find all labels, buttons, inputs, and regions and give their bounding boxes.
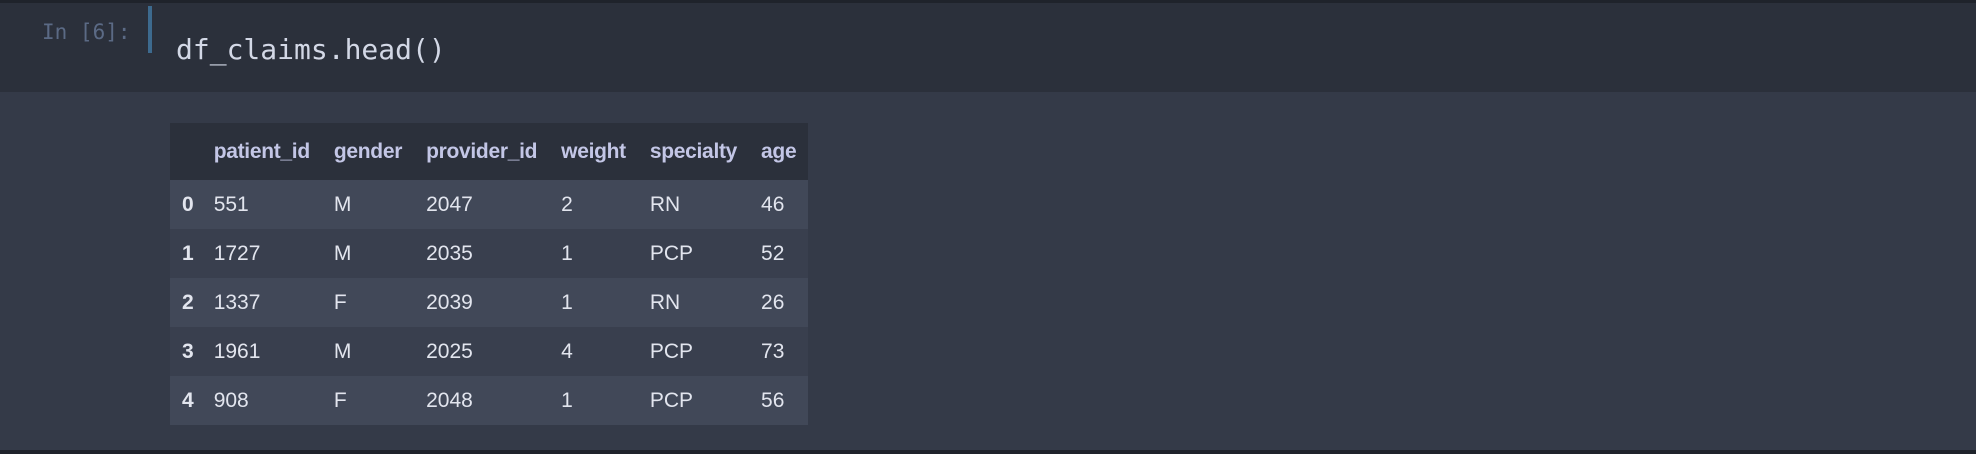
- table-cell: 908: [201, 376, 322, 425]
- row-index: 0: [170, 180, 202, 229]
- table-cell: 4: [549, 327, 638, 376]
- table-cell: 56: [749, 376, 809, 425]
- row-index: 2: [170, 278, 202, 327]
- table-row: 1 1727 M 2035 1 PCP 52: [170, 229, 809, 278]
- table-cell: 1: [549, 278, 638, 327]
- table-cell: 2048: [414, 376, 550, 425]
- row-index: 3: [170, 327, 202, 376]
- table-cell: 2025: [414, 327, 550, 376]
- table-cell: 52: [749, 229, 809, 278]
- table-row: 4 908 F 2048 1 PCP 56: [170, 376, 809, 425]
- table-cell: F: [321, 376, 415, 425]
- column-header: [170, 123, 202, 180]
- dataframe-table: patient_id gender provider_id weight special…: [170, 123, 809, 425]
- row-index: 4: [170, 376, 202, 425]
- table-cell: M: [321, 229, 415, 278]
- column-header: gender: [321, 123, 415, 180]
- table-cell: 26: [749, 278, 809, 327]
- table-cell: 2: [549, 180, 638, 229]
- header-row: patient_id gender provider_id weight special…: [170, 123, 809, 180]
- table-cell: 1727: [201, 229, 322, 278]
- column-header: patient_id: [201, 123, 322, 180]
- table-cell: F: [321, 278, 415, 327]
- table-cell: 2035: [414, 229, 550, 278]
- column-header: specialty: [637, 123, 750, 180]
- table-cell: RN: [637, 278, 750, 327]
- table-cell: M: [321, 327, 415, 376]
- table-cell: PCP: [637, 376, 750, 425]
- table-cell: 1: [549, 376, 638, 425]
- column-header: provider_id: [414, 123, 550, 180]
- table-cell: 1337: [201, 278, 322, 327]
- table-cell: PCP: [637, 229, 750, 278]
- table-row: 3 1961 M 2025 4 PCP 73: [170, 327, 809, 376]
- table-row: 0 551 M 2047 2 RN 46: [170, 180, 809, 229]
- bottom-border: [0, 450, 1976, 454]
- table-cell: 551: [201, 180, 322, 229]
- table-cell: RN: [637, 180, 750, 229]
- input-prompt: In [6]:: [42, 20, 131, 44]
- input-cell[interactable]: In [6]: df_claims.head(): [0, 3, 1976, 92]
- code-input[interactable]: df_claims.head(): [176, 33, 446, 66]
- table-cell: 1: [549, 229, 638, 278]
- table-cell: 2047: [414, 180, 550, 229]
- column-header: weight: [549, 123, 638, 180]
- table-cell: PCP: [637, 327, 750, 376]
- table-cell: 73: [749, 327, 809, 376]
- table-cell: 2039: [414, 278, 550, 327]
- table-row: 2 1337 F 2039 1 RN 26: [170, 278, 809, 327]
- table-cell: 46: [749, 180, 809, 229]
- table-cell: M: [321, 180, 415, 229]
- table-cell: 1961: [201, 327, 322, 376]
- cell-focus-indicator: [148, 6, 152, 53]
- column-header: age: [749, 123, 809, 180]
- row-index: 1: [170, 229, 202, 278]
